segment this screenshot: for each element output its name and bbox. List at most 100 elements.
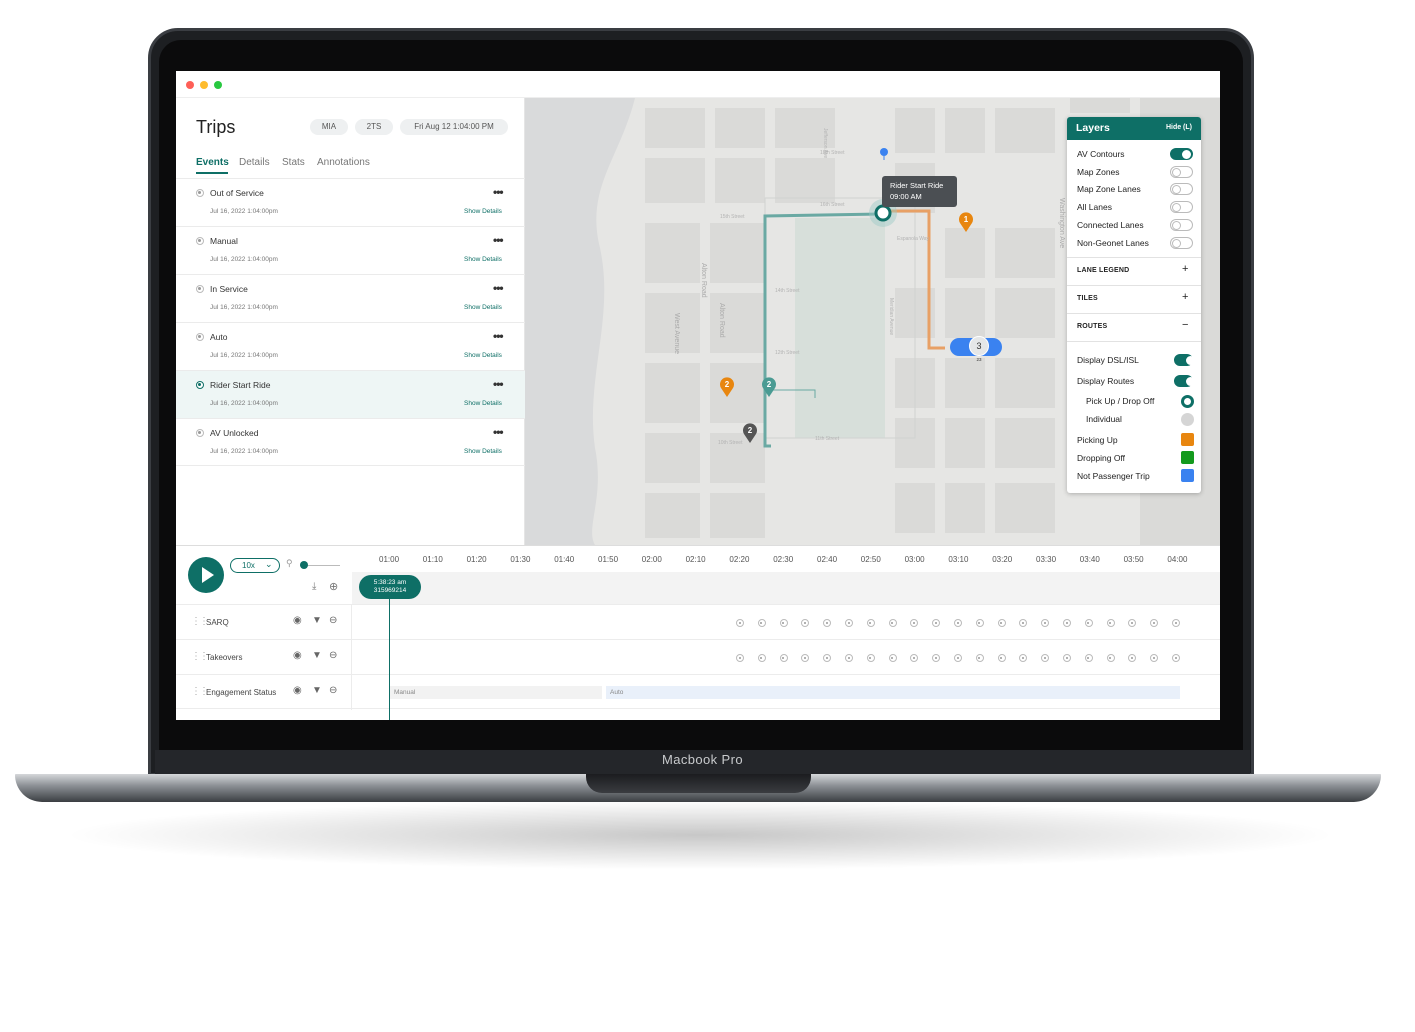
- event-radio[interactable]: [196, 189, 204, 197]
- show-details-link[interactable]: Show Details: [464, 208, 502, 215]
- collapse-icon[interactable]: −: [1182, 319, 1188, 331]
- toggle-map-zone-lanes[interactable]: [1170, 183, 1193, 195]
- chip-vehicle[interactable]: 2TS: [355, 119, 393, 135]
- event-marker[interactable]: [932, 619, 941, 627]
- event-marker[interactable]: [888, 619, 897, 627]
- event-marker[interactable]: [1128, 654, 1137, 662]
- event-radio[interactable]: [196, 333, 204, 341]
- event-marker[interactable]: [736, 654, 744, 662]
- drag-handle-icon[interactable]: ⋮⋮: [191, 616, 209, 627]
- event-marker[interactable]: [954, 619, 962, 627]
- segment-manual[interactable]: Manual: [390, 686, 602, 699]
- segment-auto[interactable]: Auto: [606, 686, 1180, 699]
- event-marker[interactable]: [736, 619, 744, 627]
- hide-icon[interactable]: ◉: [293, 685, 302, 696]
- remove-icon[interactable]: ⊖: [329, 615, 337, 626]
- pin-icon[interactable]: 1: [958, 212, 974, 232]
- event-marker[interactable]: [866, 654, 875, 662]
- event-radio[interactable]: [196, 429, 204, 437]
- drag-handle-icon[interactable]: ⋮⋮: [191, 686, 209, 697]
- pin-icon[interactable]: 2: [719, 377, 735, 397]
- show-details-link[interactable]: Show Details: [464, 448, 502, 455]
- event-marker[interactable]: [801, 654, 810, 662]
- expand-icon[interactable]: +: [1182, 263, 1188, 275]
- event-marker[interactable]: [954, 654, 962, 662]
- filter-icon[interactable]: ▼: [312, 650, 322, 661]
- event-marker[interactable]: [910, 654, 919, 662]
- event-marker[interactable]: [1063, 654, 1071, 662]
- hide-icon[interactable]: ◉: [293, 615, 302, 626]
- event-marker[interactable]: [1041, 619, 1050, 627]
- event-marker[interactable]: [1084, 619, 1093, 627]
- more-icon[interactable]: •••: [493, 233, 504, 247]
- radio-pickup-dropoff[interactable]: [1181, 395, 1194, 408]
- filter-icon[interactable]: ▼: [312, 685, 322, 696]
- filter-icon[interactable]: ▼: [312, 615, 322, 626]
- event-row-selected[interactable]: Rider Start Ride Jul 16, 2022 1:04:00pm …: [176, 370, 525, 418]
- event-marker[interactable]: [845, 619, 853, 627]
- event-row[interactable]: AV Unlocked Jul 16, 2022 1:04:00pm ••• S…: [176, 418, 525, 466]
- event-marker[interactable]: [845, 654, 853, 662]
- playhead-label[interactable]: 5:38:23 am 315969214: [359, 575, 421, 599]
- more-icon[interactable]: •••: [493, 377, 504, 391]
- event-marker[interactable]: [1150, 654, 1159, 662]
- hide-icon[interactable]: ◉: [293, 650, 302, 661]
- section-routes[interactable]: ROUTES: [1077, 323, 1107, 330]
- chip-datetime[interactable]: Fri Aug 12 1:04:00 PM: [400, 119, 508, 135]
- event-marker[interactable]: [1019, 619, 1028, 627]
- event-marker[interactable]: [779, 654, 788, 662]
- event-radio[interactable]: [196, 285, 204, 293]
- toggle-non-geonet-lanes[interactable]: [1170, 237, 1193, 249]
- show-details-link[interactable]: Show Details: [464, 304, 502, 311]
- tab-details[interactable]: Details: [239, 157, 270, 168]
- event-marker[interactable]: [801, 619, 810, 627]
- vehicle-marker[interactable]: 3 23: [950, 334, 1002, 362]
- toggle-av-contours[interactable]: [1170, 148, 1193, 160]
- chip-city[interactable]: MIA: [310, 119, 348, 135]
- more-icon[interactable]: •••: [493, 185, 504, 199]
- event-marker[interactable]: [888, 654, 897, 662]
- add-track-icon[interactable]: ⊕: [329, 580, 338, 593]
- event-marker[interactable]: [1172, 654, 1180, 662]
- tab-annotations[interactable]: Annotations: [317, 157, 370, 168]
- time-scrubber[interactable]: [352, 572, 1220, 604]
- section-tiles[interactable]: TILES: [1077, 295, 1098, 302]
- pin-icon[interactable]: 2: [761, 377, 777, 397]
- event-marker[interactable]: [1128, 619, 1137, 627]
- maximize-window-button[interactable]: [214, 81, 222, 89]
- event-marker[interactable]: [997, 619, 1006, 627]
- toggle-connected-lanes[interactable]: [1170, 219, 1193, 231]
- more-icon[interactable]: •••: [493, 425, 504, 439]
- minimize-window-button[interactable]: [200, 81, 208, 89]
- event-marker[interactable]: [1106, 619, 1115, 627]
- event-marker[interactable]: [1084, 654, 1093, 662]
- event-marker[interactable]: [823, 619, 832, 627]
- speed-select[interactable]: 10x ⌄: [230, 558, 280, 573]
- toggle-display-routes[interactable]: [1174, 375, 1195, 387]
- close-window-button[interactable]: [186, 81, 194, 89]
- event-marker[interactable]: [997, 654, 1006, 662]
- event-marker[interactable]: [1172, 619, 1180, 627]
- event-marker[interactable]: [1063, 619, 1071, 627]
- event-marker[interactable]: [823, 654, 832, 662]
- event-row[interactable]: Manual Jul 16, 2022 1:04:00pm ••• Show D…: [176, 226, 525, 274]
- event-marker[interactable]: [757, 654, 766, 662]
- toggle-map-zones[interactable]: [1170, 166, 1193, 178]
- more-icon[interactable]: •••: [493, 329, 504, 343]
- event-marker[interactable]: [932, 654, 941, 662]
- event-marker[interactable]: [975, 654, 984, 662]
- show-details-link[interactable]: Show Details: [464, 400, 502, 407]
- map-view[interactable]: 1 2 2 2 3 23 Alton Road Alton Road West …: [525, 98, 1220, 545]
- event-marker[interactable]: [975, 619, 984, 627]
- pin-icon[interactable]: 2: [742, 423, 758, 443]
- show-details-link[interactable]: Show Details: [464, 256, 502, 263]
- event-marker[interactable]: [1150, 619, 1159, 627]
- expand-icon[interactable]: +: [1182, 291, 1188, 303]
- remove-icon[interactable]: ⊖: [329, 650, 337, 661]
- tab-stats[interactable]: Stats: [282, 157, 305, 168]
- play-button[interactable]: [188, 557, 224, 593]
- radio-individual[interactable]: [1181, 413, 1194, 426]
- event-marker[interactable]: [1019, 654, 1028, 662]
- download-icon[interactable]: ⤓: [312, 581, 316, 592]
- event-row[interactable]: Out of Service Jul 16, 2022 1:04:00pm ••…: [176, 178, 525, 226]
